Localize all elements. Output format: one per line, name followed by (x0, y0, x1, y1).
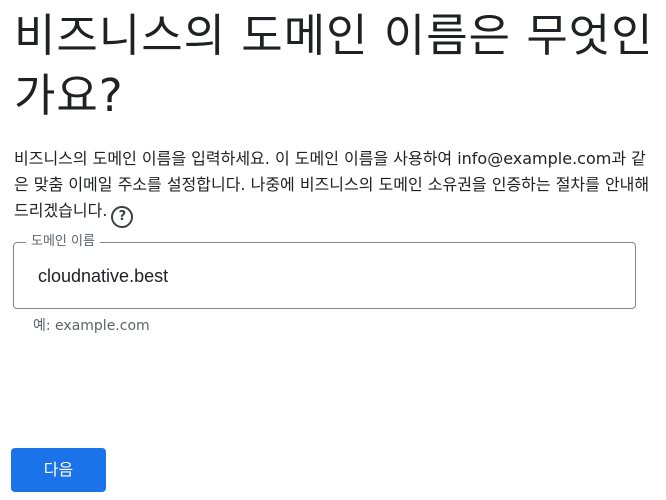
help-circle-icon[interactable]: ? (111, 206, 134, 228)
domain-name-hint: 예: example.com (33, 318, 150, 334)
domain-name-field[interactable]: 도메인 이름 (13, 233, 636, 309)
page-description: 비즈니스의 도메인 이름을 입력하세요. 이 도메인 이름을 사용하여 info… (14, 146, 654, 228)
page-title: 비즈니스의 도메인 이름은 무엇인가요? (14, 9, 654, 122)
domain-name-label: 도메인 이름 (26, 233, 100, 251)
next-button[interactable]: 다음 (11, 448, 106, 492)
description-text: 비즈니스의 도메인 이름을 입력하세요. 이 도메인 이름을 사용하여 info… (14, 149, 650, 220)
domain-name-input[interactable] (38, 263, 618, 289)
